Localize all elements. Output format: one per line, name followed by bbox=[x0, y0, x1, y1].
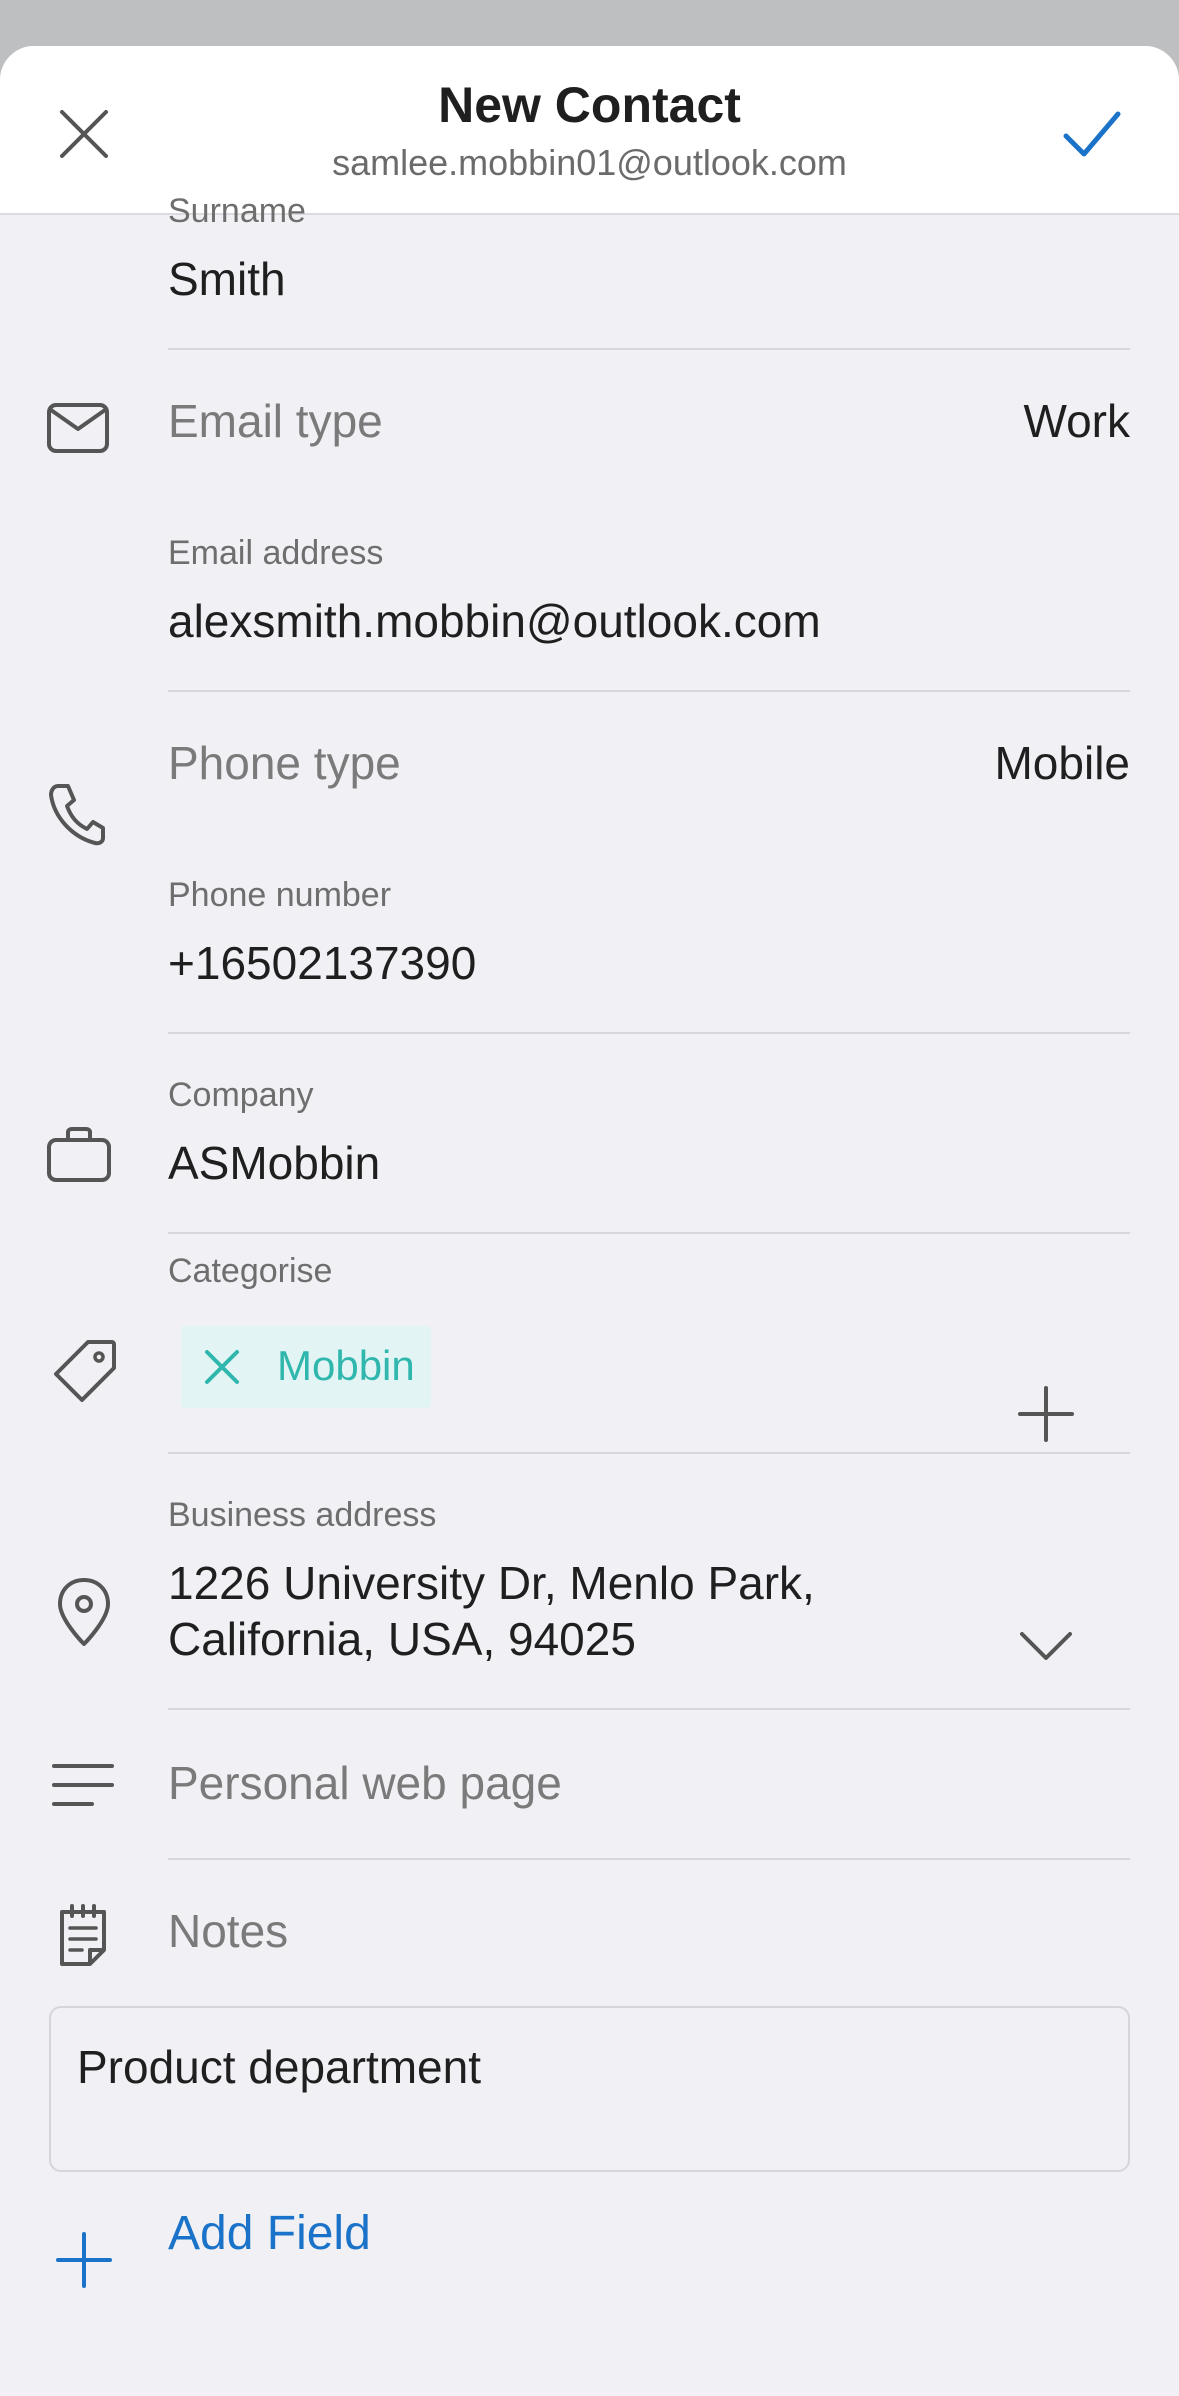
phone-type-selector[interactable]: Mobile bbox=[994, 736, 1130, 790]
category-chip: Mobbin bbox=[181, 1326, 431, 1408]
company-field[interactable]: ASMobbin bbox=[168, 1136, 380, 1190]
divider bbox=[168, 1858, 1130, 1860]
divider bbox=[168, 348, 1130, 350]
notepad-icon bbox=[60, 1904, 106, 1966]
email-type-selector[interactable]: Work bbox=[1024, 394, 1131, 448]
divider bbox=[168, 1452, 1130, 1454]
tag-icon bbox=[54, 1340, 116, 1402]
phone-type-label: Phone type bbox=[168, 737, 401, 789]
notes-textarea[interactable]: Product department bbox=[49, 2006, 1130, 2172]
business-address-label: Business address bbox=[168, 1496, 437, 1534]
plus-icon bbox=[56, 2232, 112, 2288]
personal-web-page-field[interactable]: Personal web page bbox=[168, 1756, 562, 1810]
divider bbox=[168, 1232, 1130, 1234]
surname-field[interactable]: Smith bbox=[168, 252, 286, 306]
surname-label: Surname bbox=[168, 192, 306, 230]
chevron-down-icon[interactable] bbox=[1018, 1630, 1074, 1662]
close-icon[interactable] bbox=[201, 1346, 243, 1388]
account-email: samlee.mobbin01@outlook.com bbox=[332, 142, 847, 183]
business-address-line-1[interactable]: 1226 University Dr, Menlo Park, bbox=[168, 1556, 815, 1610]
email-address-label: Email address bbox=[168, 534, 384, 572]
envelope-icon bbox=[47, 403, 109, 453]
header-bar: New Contact samlee.mobbin01@outlook.com bbox=[0, 46, 1179, 215]
notes-label: Notes bbox=[168, 1905, 289, 1957]
new-contact-sheet: New Contact samlee.mobbin01@outlook.com … bbox=[0, 46, 1179, 2396]
briefcase-icon bbox=[47, 1127, 111, 1182]
lines-icon bbox=[52, 1764, 114, 1806]
business-address-line-2[interactable]: California, USA, 94025 bbox=[168, 1612, 636, 1666]
add-field-label: Add Field bbox=[168, 2207, 371, 2260]
divider bbox=[168, 690, 1130, 692]
plus-icon[interactable] bbox=[1018, 1386, 1074, 1442]
email-type-label: Email type bbox=[168, 395, 383, 447]
checkmark-icon bbox=[1063, 111, 1121, 157]
category-chip-label: Mobbin bbox=[277, 1342, 415, 1389]
divider bbox=[168, 1708, 1130, 1710]
divider bbox=[168, 1032, 1130, 1034]
location-pin-icon bbox=[58, 1578, 110, 1646]
phone-number-label: Phone number bbox=[168, 876, 392, 914]
notes-text: Product department bbox=[77, 2041, 482, 2093]
page-title: New Contact bbox=[438, 77, 741, 133]
phone-number-field[interactable]: +16502137390 bbox=[168, 936, 476, 990]
categorise-label: Categorise bbox=[168, 1252, 333, 1290]
phone-icon bbox=[49, 784, 105, 846]
save-button[interactable] bbox=[1060, 102, 1124, 166]
email-address-field[interactable]: alexsmith.mobbin@outlook.com bbox=[168, 594, 821, 648]
company-label: Company bbox=[168, 1076, 314, 1114]
